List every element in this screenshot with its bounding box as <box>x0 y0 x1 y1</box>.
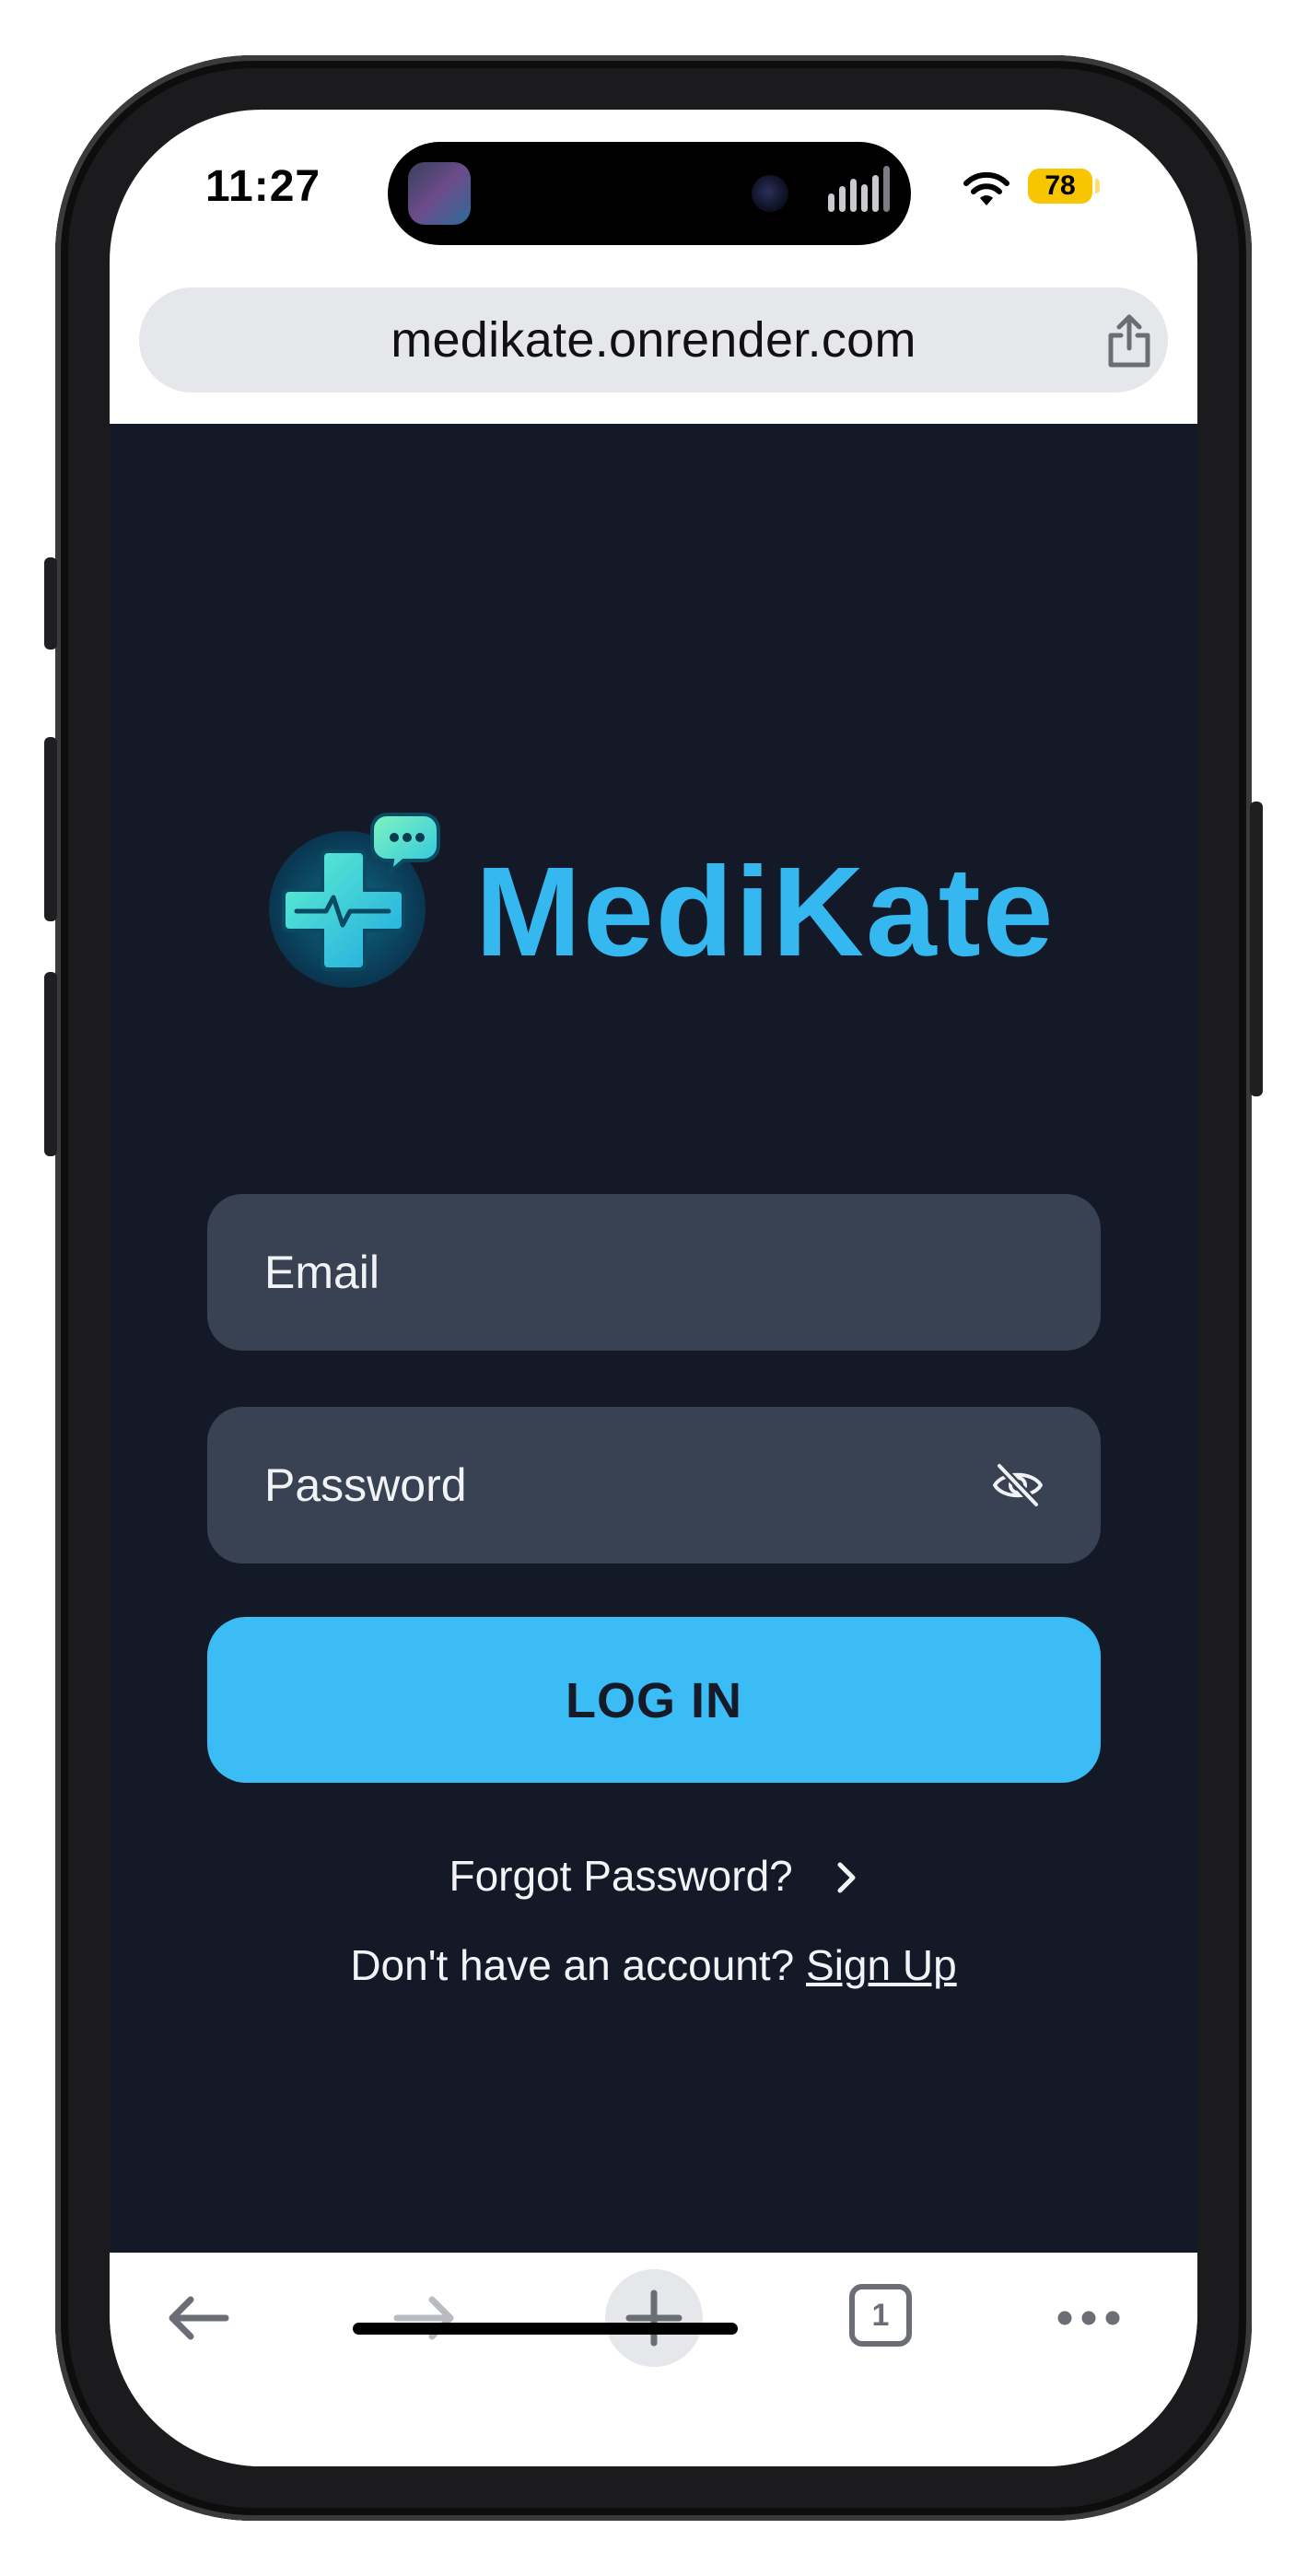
medikate-logo-icon <box>269 813 440 988</box>
tab-switcher-button[interactable]: 1 <box>849 2284 912 2347</box>
eye-slash-icon[interactable] <box>992 1462 1044 1508</box>
email-placeholder: Email <box>264 1247 380 1298</box>
address-bar[interactable]: medikate.onrender.com <box>139 287 1168 392</box>
chevron-right-icon <box>837 1862 856 1893</box>
signup-row: Don't have an account? Sign Up <box>110 1940 1197 1990</box>
forgot-password-label[interactable]: Forgot Password? <box>449 1852 792 1900</box>
share-icon[interactable] <box>1102 311 1157 370</box>
battery-indicator: 78 <box>1028 169 1092 204</box>
status-time: 11:27 <box>205 162 321 211</box>
signup-link[interactable]: Sign Up <box>806 1941 957 1989</box>
no-account-text: Don't have an account? <box>350 1941 795 1989</box>
phone-screen: 11:27 78 medikate.onrender.com MediKate … <box>110 110 1197 2466</box>
password-placeholder: Password <box>264 1459 467 1511</box>
login-page: MediKate Email Password LOG IN Forgot Pa… <box>110 424 1197 2253</box>
audio-waveform-icon <box>828 166 893 219</box>
password-field[interactable]: Password <box>207 1407 1101 1563</box>
power-button <box>1250 802 1263 1096</box>
arrow-left-icon[interactable] <box>165 2295 231 2341</box>
volume-up-button <box>44 737 57 921</box>
home-indicator[interactable] <box>353 2323 738 2335</box>
action-button <box>44 557 57 650</box>
wifi-icon <box>963 171 1009 205</box>
url-text[interactable]: medikate.onrender.com <box>139 287 1168 392</box>
email-field[interactable]: Email <box>207 1194 1101 1351</box>
battery-nub <box>1095 179 1100 193</box>
plus-icon <box>625 2289 683 2347</box>
dynamic-island[interactable] <box>388 142 911 245</box>
front-camera <box>752 175 788 212</box>
login-button[interactable]: LOG IN <box>207 1617 1101 1783</box>
browser-toolbar: 1 <box>110 2253 1197 2466</box>
ellipsis-icon[interactable] <box>1056 2309 1122 2327</box>
forgot-password-link[interactable]: Forgot Password? <box>110 1851 1197 1901</box>
now-playing-artwork <box>408 162 471 225</box>
new-tab-button[interactable] <box>605 2269 703 2367</box>
status-bar: 11:27 78 <box>110 110 1197 275</box>
brand-name: MediKate <box>475 841 1056 983</box>
volume-down-button <box>44 972 57 1156</box>
